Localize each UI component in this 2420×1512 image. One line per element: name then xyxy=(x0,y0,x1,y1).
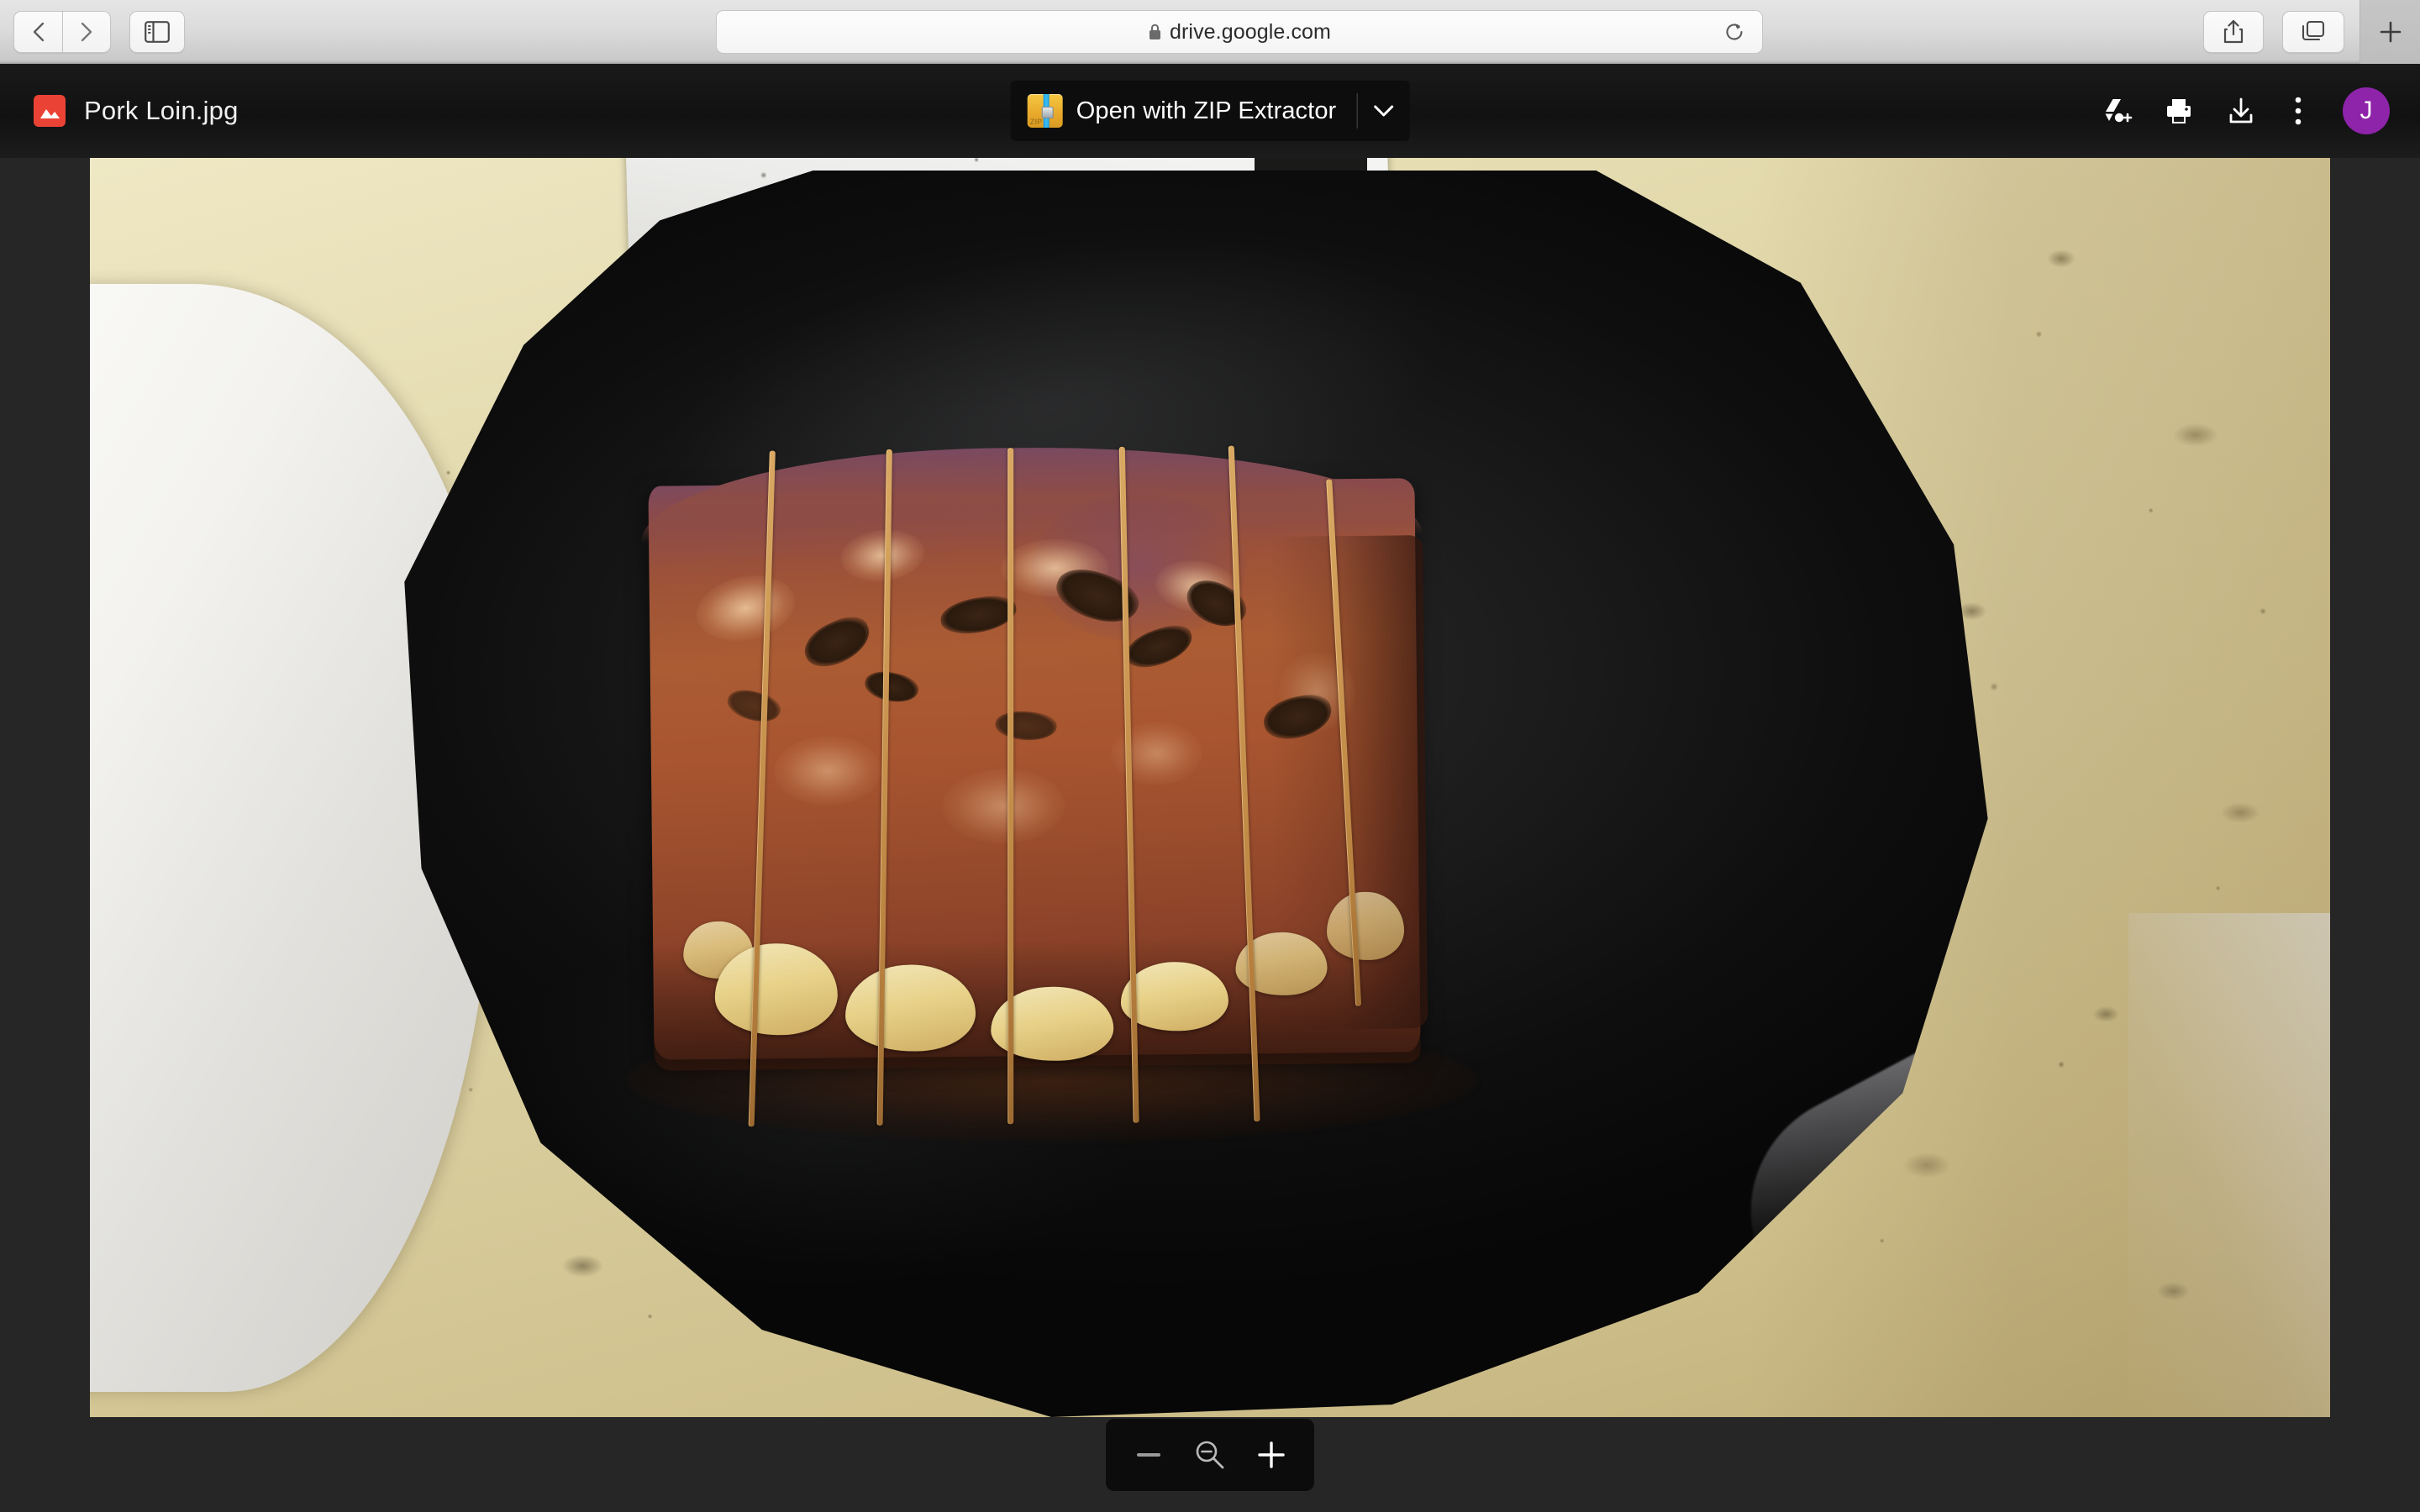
forward-button[interactable] xyxy=(62,10,111,53)
image-file-icon xyxy=(34,95,66,127)
file-name-label: Pork Loin.jpg xyxy=(84,96,239,125)
roast-char-bit xyxy=(723,684,784,728)
drive-header-actions: J xyxy=(2086,64,2390,158)
download-icon xyxy=(2229,97,2253,123)
add-to-drive-button[interactable] xyxy=(2086,80,2148,142)
roast-gloss-highlight xyxy=(773,736,882,806)
roast-char-bit xyxy=(797,609,878,675)
tab-overview-button[interactable] xyxy=(2282,11,2344,53)
pork-loin-roast xyxy=(639,444,1428,1127)
plus-icon xyxy=(2380,21,2401,43)
minus-icon xyxy=(1136,1453,1160,1457)
sidebar-toggle-button[interactable] xyxy=(129,10,185,53)
zoom-out-button[interactable] xyxy=(1123,1429,1175,1481)
share-icon xyxy=(2223,19,2244,44)
open-with-label: Open with ZIP Extractor xyxy=(1076,97,1337,124)
address-bar[interactable]: drive.google.com xyxy=(716,10,1763,54)
chevron-down-icon xyxy=(1373,105,1393,117)
drive-viewer-header: Pork Loin.jpg ZIP Open with ZIP Extracto… xyxy=(0,64,2420,158)
zip-icon-label: ZIP xyxy=(1029,118,1043,126)
chevron-left-icon xyxy=(33,22,44,41)
roast-gloss-highlight xyxy=(690,566,802,650)
plus-icon xyxy=(1258,1441,1286,1468)
butcher-twine xyxy=(1007,448,1014,1125)
sidebar-icon xyxy=(145,20,170,43)
add-to-drive-icon xyxy=(2105,99,2133,123)
roast-gloss-highlight xyxy=(942,768,1066,845)
browser-right-actions xyxy=(2203,0,2420,64)
roast-char-bit xyxy=(994,708,1059,743)
account-avatar[interactable]: J xyxy=(2343,87,2390,134)
url-text: drive.google.com xyxy=(1170,19,1331,44)
viewed-image[interactable] xyxy=(90,158,2330,1417)
download-button[interactable] xyxy=(2210,80,2272,142)
magnifier-minus-icon xyxy=(1196,1441,1224,1469)
chevron-right-icon xyxy=(81,22,92,41)
roast-char-bit xyxy=(862,667,922,708)
reload-button[interactable] xyxy=(1720,18,1749,46)
browser-toolbar: drive.google.com xyxy=(0,0,2420,64)
url-display: drive.google.com xyxy=(1148,20,1331,45)
zip-folder-icon: ZIP xyxy=(1027,94,1063,128)
lock-icon xyxy=(1150,24,1160,39)
share-button[interactable] xyxy=(2203,11,2264,53)
open-with-dropdown-button[interactable] xyxy=(1357,104,1409,118)
back-button[interactable] xyxy=(13,10,62,53)
new-tab-button[interactable] xyxy=(2360,0,2420,64)
print-button[interactable] xyxy=(2148,80,2210,142)
countertop-grout-line xyxy=(2128,913,2330,1417)
file-title-group: Pork Loin.jpg xyxy=(34,95,239,127)
zoom-in-button[interactable] xyxy=(1245,1429,1297,1481)
more-vertical-icon xyxy=(2295,97,2302,125)
tab-overview-icon xyxy=(2302,20,2325,41)
more-options-button[interactable] xyxy=(2272,80,2324,142)
address-bar-container: drive.google.com xyxy=(716,10,1763,54)
zip-pull-tab xyxy=(1041,107,1054,119)
reload-icon xyxy=(1726,24,1743,40)
open-with-zip-extractor-button[interactable]: ZIP Open with ZIP Extractor xyxy=(1010,81,1410,141)
zoom-toolbar xyxy=(1106,1419,1314,1491)
image-viewer-body xyxy=(0,158,2420,1512)
print-icon xyxy=(2167,99,2191,123)
mountain-glyph xyxy=(40,109,60,118)
zoom-reset-button[interactable] xyxy=(1184,1429,1236,1481)
